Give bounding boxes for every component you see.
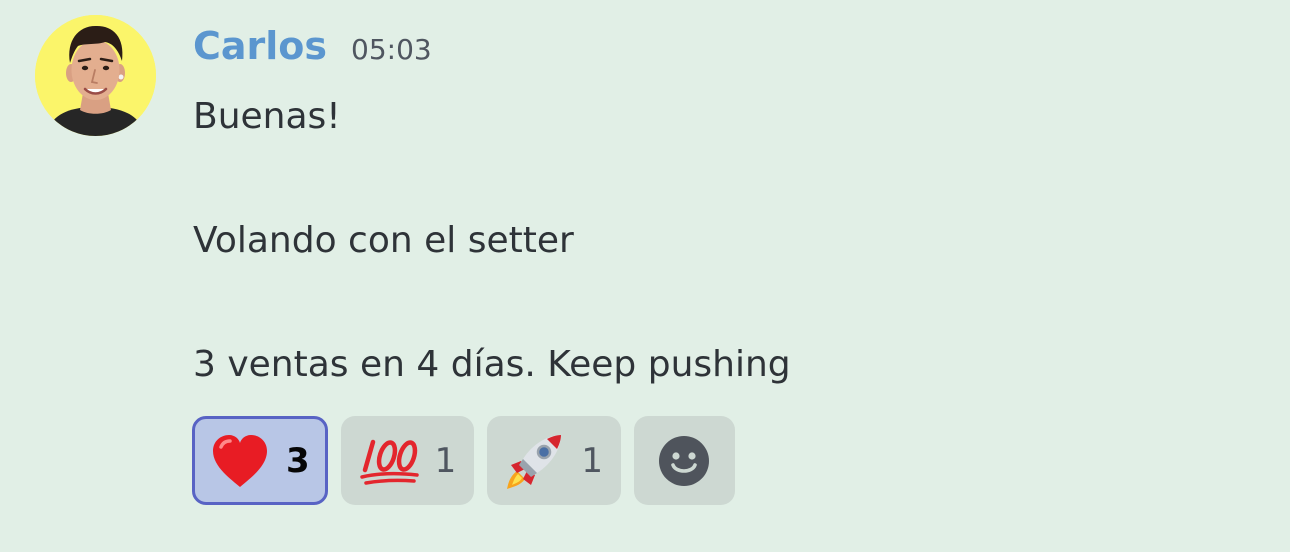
reactions-bar: 3 1 1 — [192, 416, 735, 505]
reaction-count: 1 — [581, 440, 603, 481]
reaction-count: 3 — [286, 440, 310, 481]
reaction-100[interactable]: 1 — [340, 416, 475, 505]
chat-message: Carlos 05:03 Buenas! Volando con el sett… — [0, 0, 1290, 552]
message-line — [193, 272, 1193, 334]
reaction-count: 1 — [434, 440, 457, 481]
reaction-rocket[interactable]: 1 — [487, 416, 621, 505]
reaction-heart[interactable]: 3 — [192, 416, 328, 505]
avatar-person-image — [35, 15, 156, 136]
message-line: 3 ventas en 4 días. Keep pushing — [193, 344, 791, 385]
message-line: Volando con el setter — [193, 220, 574, 261]
add-reaction-button[interactable] — [633, 416, 735, 505]
message-timestamp: 05:03 — [351, 33, 432, 66]
red-heart-icon — [208, 429, 272, 493]
avatar[interactable] — [35, 15, 156, 136]
message-line — [193, 148, 1193, 210]
author-name[interactable]: Carlos — [193, 24, 327, 68]
rocket-icon — [503, 429, 567, 493]
smiley-face-icon — [659, 435, 710, 486]
message-header: Carlos 05:03 — [193, 24, 432, 74]
message-line: Buenas! — [193, 96, 341, 137]
hundred-points-icon — [357, 429, 421, 493]
message-content: Buenas! Volando con el setter 3 ventas e… — [193, 86, 1193, 396]
